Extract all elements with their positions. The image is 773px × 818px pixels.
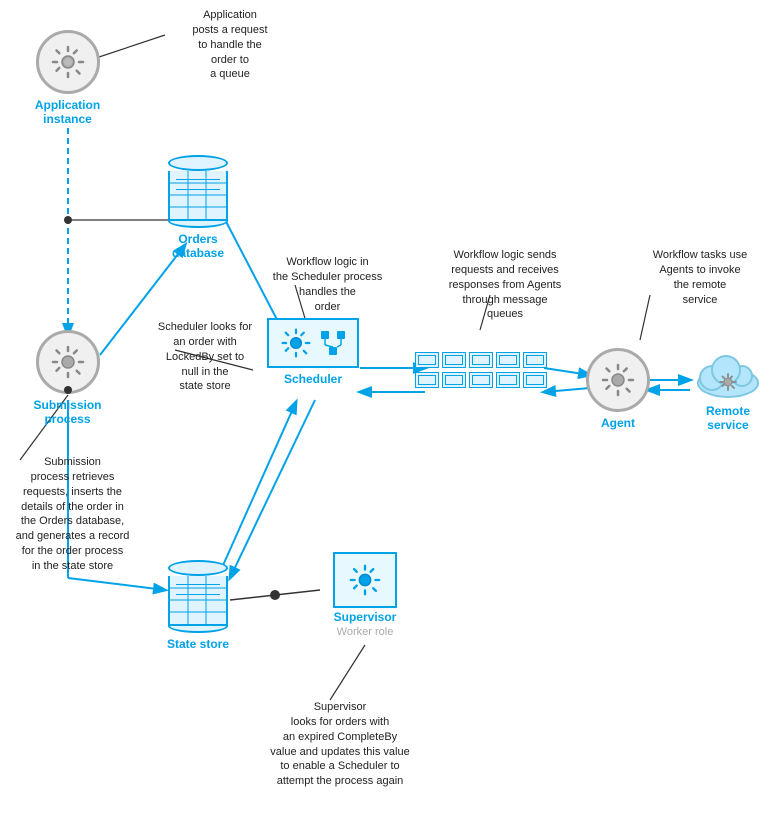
workflow-queue-annotation: Workflow logic sendsrequests and receive… — [435, 248, 575, 322]
scheduler-label: Scheduler — [284, 372, 342, 386]
queue-rows — [415, 352, 547, 388]
workflow-remote-annotation: Workflow tasks useAgents to invokethe re… — [635, 248, 765, 307]
queue-item-9 — [496, 372, 520, 388]
application-label: Applicationinstance — [35, 98, 100, 127]
submission-gear-icon — [36, 330, 100, 394]
supervisor-label: Supervisor — [334, 610, 397, 624]
app-post-annotation: Applicationposts a requestto handle theo… — [165, 8, 295, 82]
orders-db-body — [168, 171, 228, 221]
scheduler-node: Scheduler — [258, 318, 368, 386]
application-gear-icon — [36, 30, 100, 94]
queue-item-6 — [415, 372, 439, 388]
queue-item-1 — [415, 352, 439, 368]
agent-node: Agent — [578, 348, 658, 430]
orders-database-node: Ordersdatabase — [158, 155, 238, 261]
state-store-label: State store — [167, 637, 229, 651]
orders-db-top — [168, 155, 228, 171]
application-instance-node: Applicationinstance — [20, 30, 115, 127]
state-store-db-icon — [168, 560, 228, 633]
submission-label: Submissionprocess — [33, 398, 101, 427]
queue-item-5 — [523, 352, 547, 368]
cloud-icon — [692, 348, 764, 400]
queue-item-10 — [523, 372, 547, 388]
agent-gear-icon — [586, 348, 650, 412]
app-submission-midpoint-dot — [64, 216, 72, 224]
statestore-to-scheduler-line — [220, 402, 296, 572]
queue-item-8 — [469, 372, 493, 388]
workflow-scheduler-annotation: Workflow logic inthe Scheduler processha… — [265, 255, 390, 314]
queue-item-2 — [442, 352, 466, 368]
queue-item-4 — [496, 352, 520, 368]
scheduler-box — [267, 318, 359, 368]
state-store-node: State store — [158, 560, 238, 651]
queue-row-2 — [415, 372, 547, 388]
submission-to-statestore-h — [68, 578, 165, 590]
state-store-db-top — [168, 560, 228, 576]
agent-label: Agent — [601, 416, 635, 430]
queue-item-7 — [442, 372, 466, 388]
orders-db-icon — [168, 155, 228, 228]
queue-row-1 — [415, 352, 547, 368]
submission-annotation: Submissionprocess retrievesrequests, ins… — [0, 455, 145, 574]
supervisor-box — [333, 552, 397, 608]
queue-item-3 — [469, 352, 493, 368]
scheduler-looks-annotation: Scheduler looks foran order withLockedBy… — [145, 320, 265, 394]
remote-service-label: Remoteservice — [706, 404, 750, 433]
remote-service-node: Remoteservice — [688, 348, 768, 433]
submission-process-node: Submissionprocess — [20, 330, 115, 427]
scheduler-to-statestore-line — [230, 400, 315, 578]
diagram-container: Applicationinstance Applicationposts a r… — [0, 0, 773, 818]
supervisor-annotation-line — [330, 645, 365, 700]
statestore-to-supervisor-line — [230, 590, 320, 600]
message-queue-group — [415, 352, 547, 388]
supervisor-node: Supervisor Worker role — [315, 552, 415, 640]
statestore-supervisor-dot — [271, 591, 279, 599]
supervisor-annotation: Supervisorlooks for orders withan expire… — [240, 700, 440, 789]
state-store-db-body — [168, 576, 228, 626]
orders-db-label: Ordersdatabase — [172, 232, 224, 261]
worker-role-label: Worker role — [337, 626, 394, 639]
